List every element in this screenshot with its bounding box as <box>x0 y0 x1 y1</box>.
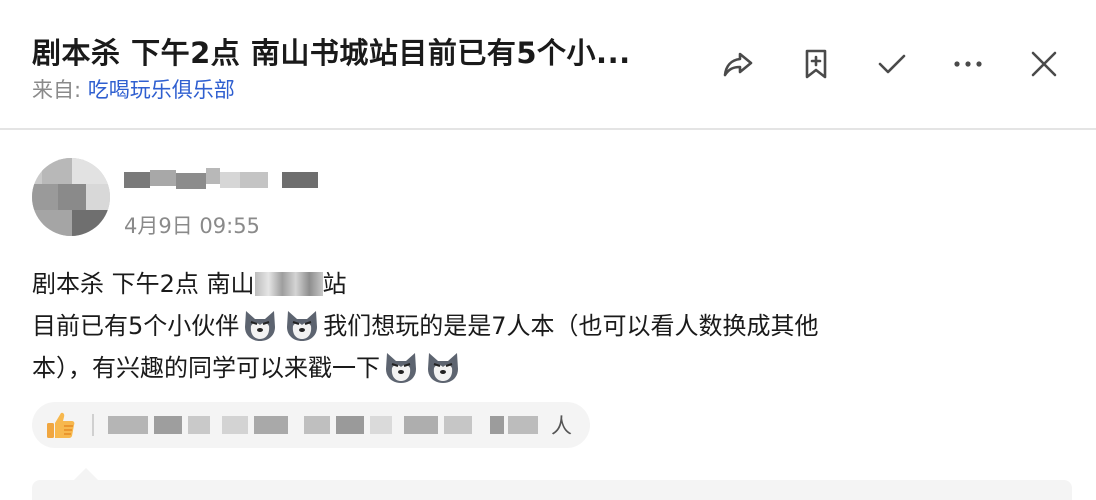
wolf-emoji-icon <box>245 311 276 341</box>
group-link[interactable]: 吃喝玩乐俱乐部 <box>88 78 235 102</box>
done-button[interactable] <box>870 42 914 86</box>
close-button[interactable] <box>1022 42 1066 86</box>
share-icon <box>723 52 753 77</box>
bookmark-add-icon <box>805 49 827 79</box>
post-content: 剧本杀 下午2点 南山站 目前已有5个小伙伴 我们想玩的是是7人本（也可以看人数… <box>32 263 962 389</box>
from-label: 来自: <box>32 78 82 102</box>
comment-caret <box>74 468 98 480</box>
post-line-1: 剧本杀 下午2点 南山站 <box>32 270 347 298</box>
thumbs-up-icon <box>47 412 75 438</box>
post-time: 4月9日 09:55 <box>124 214 260 238</box>
post-line-2: 目前已有5个小伙伴 我们想玩的是是7人本（也可以看人数换成其他 <box>32 305 962 347</box>
redacted-text <box>254 272 323 296</box>
more-icon <box>954 61 982 67</box>
bookmark-button[interactable] <box>794 42 838 86</box>
more-button[interactable] <box>946 42 990 86</box>
header: 剧本杀 下午2点 南山书城站目前已有5个小... 来自: 吃喝玩乐俱乐部 <box>0 0 1096 130</box>
liker-names-redacted <box>104 412 544 438</box>
avatar[interactable] <box>32 158 110 236</box>
close-icon <box>1031 51 1057 77</box>
divider <box>92 414 94 436</box>
share-button[interactable] <box>716 42 760 86</box>
wolf-emoji-icon <box>386 353 416 383</box>
post: 4月9日 09:55 剧本杀 下午2点 南山站 目前已有5个小伙伴 我们想玩的是… <box>0 130 1096 500</box>
comment-area[interactable] <box>32 480 1072 500</box>
page-title: 剧本杀 下午2点 南山书城站目前已有5个小... <box>32 36 631 70</box>
check-icon <box>878 54 906 74</box>
post-line-3: 本），有兴趣的同学可以来戳一下 <box>32 347 962 389</box>
author-name-redacted[interactable] <box>124 164 324 196</box>
likes-bar[interactable]: 人 <box>32 402 590 448</box>
wolf-emoji-icon <box>428 353 458 383</box>
source-line: 来自: 吃喝玩乐俱乐部 <box>32 74 235 104</box>
wolf-emoji-icon <box>287 311 318 341</box>
likes-count: 人 <box>551 414 572 438</box>
